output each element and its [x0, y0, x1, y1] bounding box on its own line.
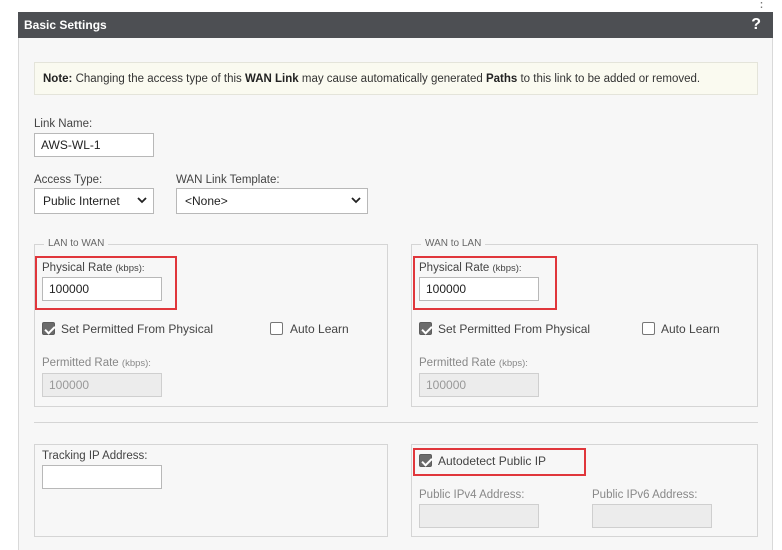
wan-set-permitted-checkbox[interactable] — [419, 322, 432, 335]
note-text-2: may cause automatically generated — [298, 73, 486, 85]
tracking-ip-input[interactable] — [42, 465, 162, 489]
lan-auto-learn-checkbox[interactable] — [270, 322, 283, 335]
lan-permitted-rate-unit: (kbps): — [121, 358, 151, 369]
wan-permitted-rate-text: Permitted Rate — [419, 357, 496, 369]
lan-auto-learn-label: Auto Learn — [290, 322, 349, 336]
public-ipv6-label: Public IPv6 Address: — [592, 489, 698, 501]
lan-to-wan-legend: LAN to WAN — [44, 238, 109, 249]
note-prefix: Note: — [43, 73, 73, 85]
highlight-box — [413, 448, 586, 476]
access-type-select[interactable]: Public Internet — [34, 188, 154, 214]
wan-to-lan-legend: WAN to LAN — [421, 238, 486, 249]
help-icon[interactable]: ? — [751, 16, 761, 34]
highlight-box — [35, 256, 177, 310]
wan-permitted-rate-unit: (kbps): — [498, 358, 528, 369]
link-name-input[interactable]: AWS-WL-1 — [34, 133, 154, 157]
note-paths: Paths — [485, 73, 518, 85]
wan-auto-learn-checkbox[interactable] — [642, 322, 655, 335]
lan-permitted-rate-input: 100000 — [42, 373, 162, 397]
template-value: <None> — [185, 194, 228, 208]
access-type-label: Access Type: — [34, 174, 103, 186]
wan-permitted-rate-label: Permitted Rate (kbps): — [419, 357, 528, 369]
wan-set-permitted-label: Set Permitted From Physical — [438, 322, 591, 336]
chevron-down-icon — [351, 197, 361, 204]
note-wan-link: WAN Link — [245, 73, 299, 85]
public-ipv4-label: Public IPv4 Address: — [419, 489, 525, 501]
section-divider — [34, 422, 758, 423]
tracking-ip-label: Tracking IP Address: — [42, 450, 148, 462]
link-name-label: Link Name: — [34, 118, 93, 130]
access-type-value: Public Internet — [43, 194, 120, 208]
section-title: Basic Settings — [24, 18, 107, 32]
highlight-box — [413, 256, 557, 310]
public-ipv6-input — [592, 504, 712, 528]
wan-permitted-rate-input: 100000 — [419, 373, 539, 397]
lan-permitted-rate-text: Permitted Rate — [42, 357, 119, 369]
template-label: WAN Link Template: — [176, 174, 280, 186]
lan-permitted-rate-label: Permitted Rate (kbps): — [42, 357, 151, 369]
wan-auto-learn-label: Auto Learn — [661, 322, 720, 336]
template-select[interactable]: <None> — [176, 188, 368, 214]
lan-set-permitted-label: Set Permitted From Physical — [61, 322, 214, 336]
section-header: Basic Settings ? — [18, 12, 773, 38]
chevron-down-icon — [137, 197, 147, 204]
more-options-icon[interactable]: ⋮ — [755, 0, 768, 9]
info-note: Note: Changing the access type of this W… — [34, 62, 758, 95]
lan-set-permitted-checkbox[interactable] — [42, 322, 55, 335]
note-text-1: Changing the access type of this — [72, 73, 245, 85]
public-ipv4-input — [419, 504, 539, 528]
note-text-3: to this link to be added or removed. — [517, 73, 701, 85]
